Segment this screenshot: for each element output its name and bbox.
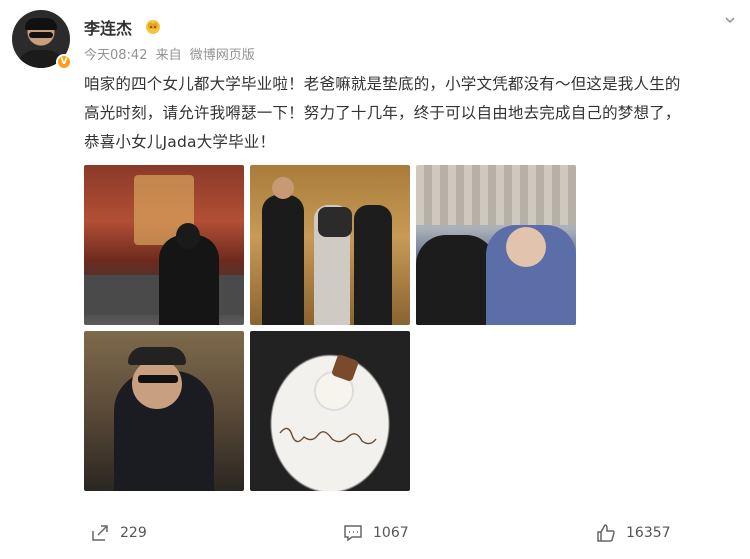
photo-ceremony-selfie[interactable] bbox=[416, 165, 576, 325]
congratulations-script-drawing bbox=[279, 427, 377, 445]
action-bar: 229 1067 16357 bbox=[0, 515, 750, 551]
flower-bouquet bbox=[318, 207, 352, 237]
post-text-line: 咱家的四个女儿都大学毕业啦！老爸嘛就是垫底的，小学文凭都没有～但这是我人生的 bbox=[84, 75, 681, 93]
share-icon bbox=[92, 525, 108, 541]
post-meta: 今天08:42 来自 微博网页版 bbox=[84, 44, 259, 63]
sunglasses-shape bbox=[138, 375, 178, 383]
father-figure bbox=[262, 195, 304, 325]
username-link[interactable]: 李连杰 bbox=[84, 15, 132, 39]
like-count: 16357 bbox=[626, 525, 671, 541]
person-head bbox=[176, 223, 200, 249]
like-button[interactable]: 16357 bbox=[596, 515, 671, 551]
avatar-glasses bbox=[29, 32, 53, 38]
post-time[interactable]: 今天08:42 bbox=[84, 48, 147, 63]
photo-man-restaurant[interactable] bbox=[84, 331, 244, 491]
photo-dessert-plate[interactable] bbox=[250, 331, 410, 491]
repost-count: 229 bbox=[120, 525, 147, 541]
repost-button[interactable]: 229 bbox=[90, 515, 147, 551]
chevron-down-icon[interactable] bbox=[724, 14, 736, 26]
source-link[interactable]: 微博网页版 bbox=[190, 48, 255, 63]
daughter-face bbox=[506, 227, 546, 267]
post-text-line: 高光时刻，请允许我嘚瑟一下！努力了十几年，终于可以自由地去完成自己的梦想了， bbox=[84, 104, 681, 122]
man-face bbox=[132, 359, 182, 409]
post-text: 咱家的四个女儿都大学毕业啦！老爸嘛就是垫底的，小学文凭都没有～但这是我人生的 高… bbox=[84, 70, 734, 157]
comment-icon bbox=[344, 525, 362, 542]
avatar-hat bbox=[25, 18, 57, 30]
thumbs-up-icon bbox=[597, 524, 615, 542]
source-prefix: 来自 bbox=[155, 48, 182, 63]
weibo-post-card: V 李连杰 今天08:42 来自 微博网页版 咱家的四个女儿都大学毕业啦！老爸嘛… bbox=[0, 0, 750, 559]
verified-badge-icon: V bbox=[56, 54, 72, 70]
comment-button[interactable]: 1067 bbox=[343, 515, 409, 551]
crown-icon bbox=[146, 20, 160, 34]
father-figure bbox=[416, 235, 496, 325]
comment-count: 1067 bbox=[373, 525, 409, 541]
cap-shape bbox=[128, 347, 186, 365]
crowd-background bbox=[416, 165, 576, 225]
photo-theater-hall[interactable] bbox=[84, 165, 244, 325]
sister-figure bbox=[354, 205, 392, 325]
post-text-line: 恭喜小女儿Jada大学毕业！ bbox=[84, 133, 276, 151]
photo-family-flowers[interactable] bbox=[250, 165, 410, 325]
father-head bbox=[272, 177, 294, 199]
